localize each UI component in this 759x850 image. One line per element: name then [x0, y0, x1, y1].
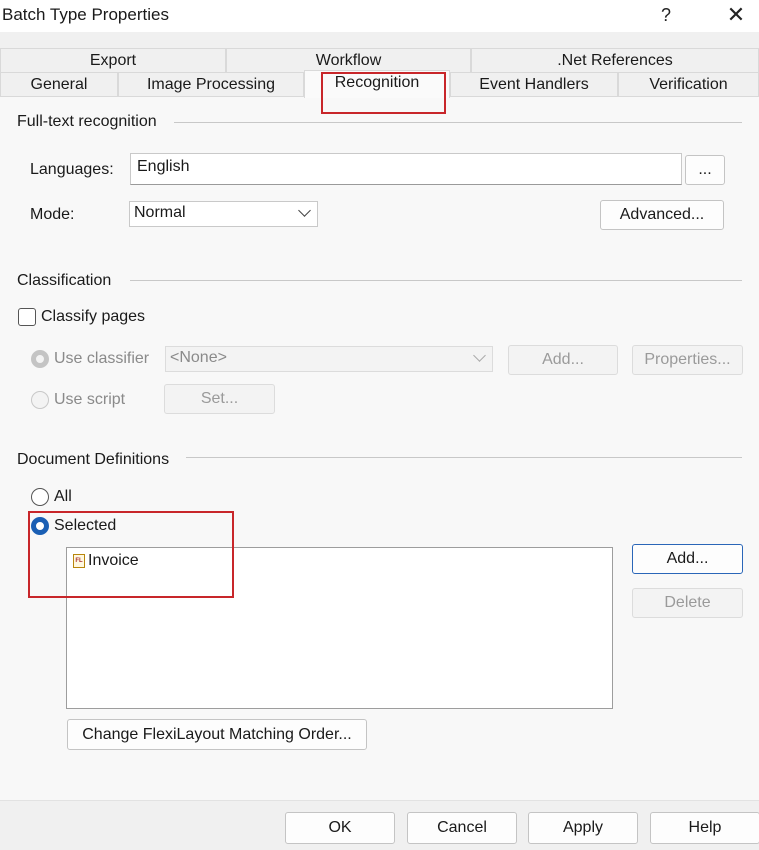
classifier-add-button[interactable]: Add...	[508, 345, 618, 375]
window-title: Batch Type Properties	[2, 5, 169, 24]
classifier-select-value: <None>	[170, 349, 227, 366]
tab-general[interactable]: General	[0, 72, 118, 97]
tab-workflow[interactable]: Workflow	[226, 48, 471, 72]
languages-field[interactable]: English	[130, 153, 682, 185]
close-icon[interactable]: ✕	[720, 2, 752, 28]
classification-group-label: Classification	[17, 272, 112, 289]
change-matching-order-button[interactable]: Change FlexiLayout Matching Order...	[67, 719, 367, 750]
help-title-button[interactable]: ?	[652, 2, 680, 28]
mode-label: Mode:	[30, 206, 75, 223]
classification-divider	[130, 280, 742, 281]
classifier-properties-button[interactable]: Properties...	[632, 345, 743, 375]
use-script-radio[interactable]	[31, 391, 49, 409]
use-classifier-label: Use classifier	[54, 350, 150, 367]
cancel-button[interactable]: Cancel	[407, 812, 517, 844]
help-button[interactable]: Help	[650, 812, 759, 844]
docdefs-add-button[interactable]: Add...	[632, 544, 743, 574]
classify-pages-checkbox[interactable]	[18, 308, 36, 326]
languages-label: Languages:	[30, 161, 114, 178]
docdefs-delete-button[interactable]: Delete	[632, 588, 743, 618]
highlight-selected-invoice	[28, 511, 234, 598]
use-classifier-radio[interactable]	[31, 350, 49, 368]
tab-image-processing[interactable]: Image Processing	[118, 72, 304, 97]
fulltext-group-label: Full-text recognition	[17, 113, 157, 130]
classifier-select[interactable]: <None>	[165, 346, 493, 372]
docdefs-divider	[186, 457, 742, 458]
mode-select-value: Normal	[134, 204, 186, 221]
advanced-button[interactable]: Advanced...	[600, 200, 724, 230]
classify-pages-label: Classify pages	[41, 308, 146, 325]
highlight-recognition-tab	[321, 72, 446, 114]
all-radio[interactable]	[31, 488, 49, 506]
tab-net-references[interactable]: .Net References	[471, 48, 759, 72]
all-label: All	[54, 488, 72, 505]
use-script-label: Use script	[54, 391, 126, 408]
tab-verification[interactable]: Verification	[618, 72, 759, 97]
chevron-down-icon	[298, 204, 311, 217]
chevron-down-icon	[473, 349, 486, 362]
ok-button[interactable]: OK	[285, 812, 395, 844]
languages-browse-button[interactable]: ...	[685, 155, 725, 185]
tab-event-handlers[interactable]: Event Handlers	[450, 72, 618, 97]
script-set-button[interactable]: Set...	[164, 384, 275, 414]
tab-export[interactable]: Export	[0, 48, 226, 72]
apply-button[interactable]: Apply	[528, 812, 638, 844]
fulltext-divider	[174, 122, 742, 123]
docdefs-group-label: Document Definitions	[17, 451, 170, 468]
mode-select[interactable]: Normal	[129, 201, 318, 227]
